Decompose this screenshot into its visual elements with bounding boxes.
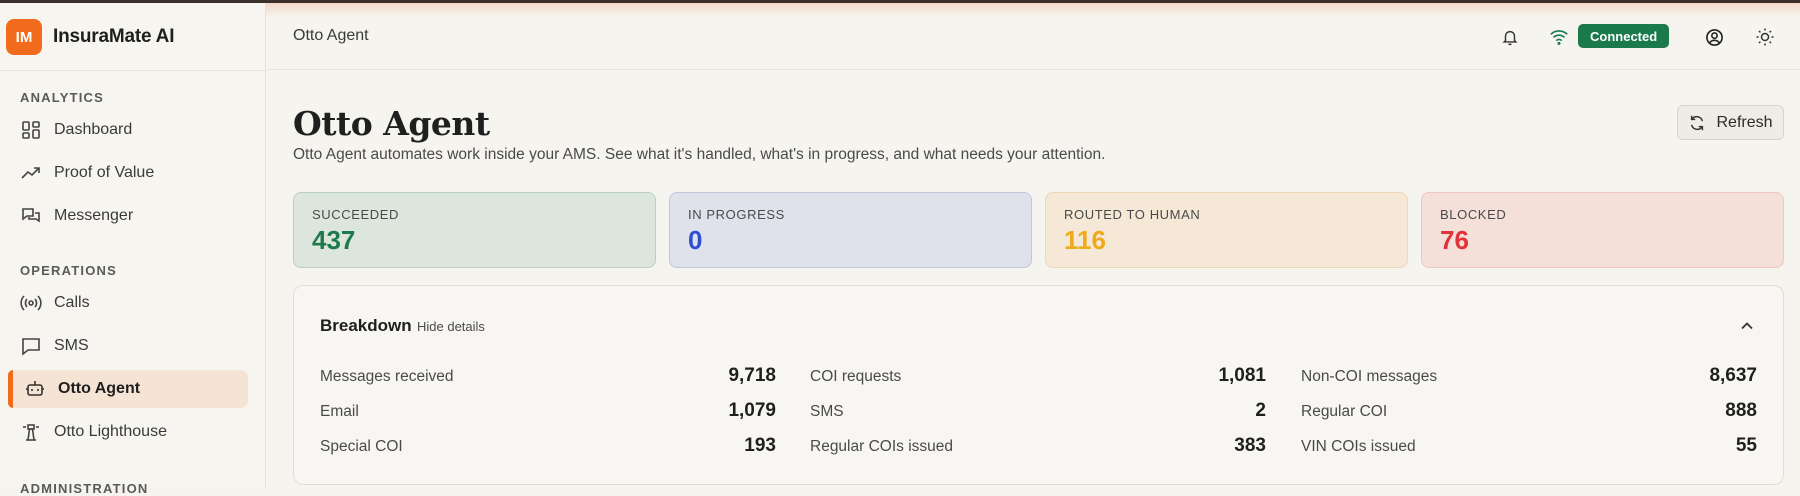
messages-icon <box>20 205 42 227</box>
page-title: Otto Agent <box>293 104 490 143</box>
stat-value: 0 <box>688 225 703 255</box>
breakdown-label: Non-COI messages <box>1301 368 1438 385</box>
message-square-icon <box>20 335 42 357</box>
breakdown-row-vin-cois-issued: VIN COIs issued 55 <box>1301 435 1757 459</box>
sidebar-item-label: SMS <box>54 337 89 354</box>
breakdown-label: COI requests <box>810 368 902 385</box>
sidebar-item-label: Calls <box>54 294 90 311</box>
refresh-icon <box>1688 114 1706 132</box>
breakdown-row-messages-received: Messages received 9,718 <box>320 365 776 389</box>
brand-logo: IM <box>6 19 42 55</box>
robot-icon <box>24 378 46 400</box>
stat-label: BLOCKED <box>1440 207 1507 222</box>
sidebar-item-messenger[interactable]: Messenger <box>8 197 248 235</box>
stat-label: SUCCEEDED <box>312 207 400 222</box>
sidebar-item-label: Messenger <box>54 207 134 224</box>
section-label-administration: ADMINISTRATION <box>20 481 149 496</box>
sidebar-item-otto-agent[interactable]: Otto Agent <box>8 370 248 408</box>
breakdown-value: 383 <box>1234 435 1266 456</box>
stat-label: ROUTED TO HUMAN <box>1064 207 1201 222</box>
breakdown-label: VIN COIs issued <box>1301 438 1416 455</box>
sidebar-item-dashboard[interactable]: Dashboard <box>8 111 248 149</box>
stat-value: 116 <box>1064 225 1106 255</box>
stat-card-blocked[interactable]: BLOCKED 76 <box>1421 192 1784 268</box>
breakdown-value: 9,718 <box>728 365 776 386</box>
dashboard-icon <box>20 119 42 141</box>
connection-status-badge: Connected <box>1578 24 1670 48</box>
bell-icon[interactable] <box>1498 25 1522 49</box>
brand[interactable]: IM InsuraMate AI <box>6 19 174 55</box>
user-circle-icon[interactable] <box>1702 25 1726 49</box>
breakdown-panel: Breakdown Hide details Messages received… <box>293 285 1784 485</box>
sidebar-item-label: Proof of Value <box>54 164 155 181</box>
breakdown-value: 55 <box>1735 435 1757 456</box>
page-subtitle: Otto Agent automates work inside your AM… <box>293 146 1106 163</box>
breakdown-row-special-coi: Special COI 193 <box>320 435 776 459</box>
sidebar: IM InsuraMate AI ANALYTICS Dashboard Pro… <box>0 3 266 496</box>
broadcast-icon <box>20 292 42 314</box>
breakdown-row-coi-requests: COI requests 1,081 <box>810 365 1266 389</box>
sidebar-item-label: Dashboard <box>54 121 133 138</box>
breakdown-row-non-coi-messages: Non-COI messages 8,637 <box>1301 365 1757 389</box>
lighthouse-icon <box>20 421 42 443</box>
sun-icon[interactable] <box>1753 25 1777 49</box>
brand-name: InsuraMate AI <box>53 26 175 47</box>
stat-card-in-progress[interactable]: IN PROGRESS 0 <box>669 192 1032 268</box>
wifi-icon <box>1547 25 1571 49</box>
breakdown-label: SMS <box>810 403 844 420</box>
breakdown-row-regular-coi: Regular COI 888 <box>1301 400 1757 424</box>
trending-up-icon <box>20 162 42 184</box>
section-label-operations: OPERATIONS <box>20 263 117 278</box>
stat-label: IN PROGRESS <box>688 207 785 222</box>
hide-details-link[interactable]: Hide details <box>417 319 485 334</box>
sidebar-item-sms[interactable]: SMS <box>8 327 248 365</box>
header-title: Otto Agent <box>293 27 369 44</box>
breakdown-value: 8,637 <box>1709 365 1757 386</box>
top-header: Otto Agent Connected <box>267 3 1800 70</box>
breakdown-row-regular-cois-issued: Regular COIs issued 383 <box>810 435 1266 459</box>
sidebar-divider <box>0 70 266 71</box>
sidebar-item-label: Otto Lighthouse <box>54 423 167 440</box>
breakdown-value: 1,079 <box>728 400 776 421</box>
breakdown-row-sms: SMS 2 <box>810 400 1266 424</box>
breakdown-label: Messages received <box>320 368 454 385</box>
breakdown-label: Regular COIs issued <box>810 438 954 455</box>
breakdown-label: Special COI <box>320 438 403 455</box>
breakdown-row-email: Email 1,079 <box>320 400 776 424</box>
breakdown-label: Regular COI <box>1301 403 1388 420</box>
chevron-up-icon[interactable] <box>1737 316 1757 336</box>
breakdown-label: Email <box>320 403 359 420</box>
section-label-analytics: ANALYTICS <box>20 90 104 105</box>
sidebar-item-label: Otto Agent <box>58 380 141 397</box>
refresh-label: Refresh <box>1716 113 1773 131</box>
stat-card-succeeded[interactable]: SUCCEEDED 437 <box>293 192 656 268</box>
sidebar-item-otto-lighthouse[interactable]: Otto Lighthouse <box>8 413 248 451</box>
breakdown-value: 193 <box>744 435 776 456</box>
refresh-button[interactable]: Refresh <box>1677 105 1784 140</box>
sidebar-item-proof-of-value[interactable]: Proof of Value <box>8 154 248 192</box>
breakdown-value: 888 <box>1725 400 1757 421</box>
breakdown-value: 2 <box>1255 400 1266 421</box>
stat-card-routed-to-human[interactable]: ROUTED TO HUMAN 116 <box>1045 192 1408 268</box>
breakdown-title: Breakdown <box>320 316 412 335</box>
breakdown-value: 1,081 <box>1218 365 1266 386</box>
stat-value: 437 <box>312 225 356 255</box>
sidebar-item-calls[interactable]: Calls <box>8 284 248 322</box>
stat-value: 76 <box>1440 225 1469 255</box>
